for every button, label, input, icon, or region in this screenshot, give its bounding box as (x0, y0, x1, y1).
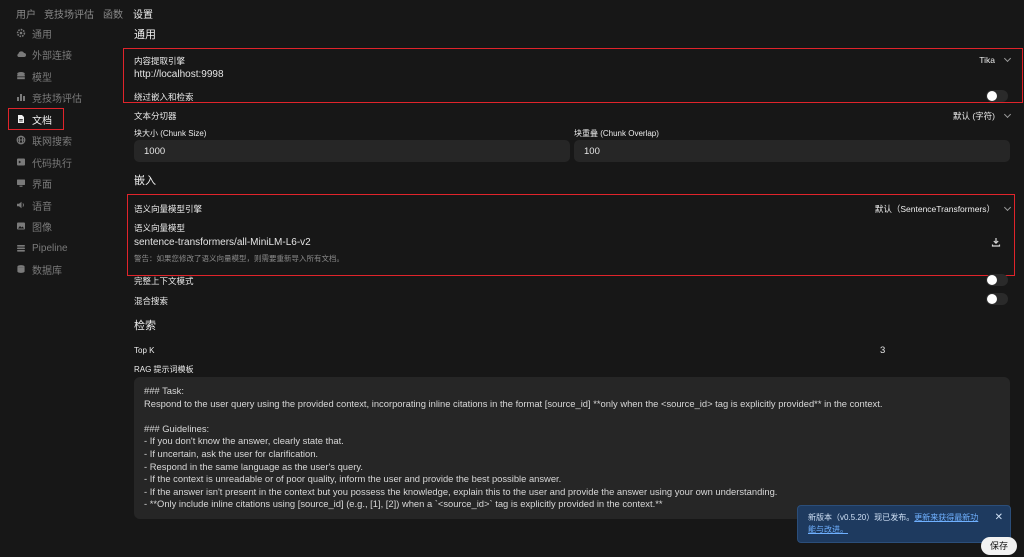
sidebar-item-audio[interactable]: 语音 (16, 196, 116, 214)
hybrid-search-toggle[interactable] (986, 293, 1008, 305)
sidebar-item-models[interactable]: 模型 (16, 67, 116, 85)
highlight-box-documents (8, 108, 64, 130)
chunk-overlap-label: 块重叠 (Chunk Overlap) (574, 129, 659, 138)
sidebar-item-label: 界面 (32, 179, 52, 191)
rag-template-textarea[interactable]: ### Task: Respond to the user query usin… (134, 377, 1010, 519)
sidebar-item-websearch[interactable]: 联网搜索 (16, 131, 116, 149)
monitor-icon (16, 178, 26, 188)
download-icon[interactable] (990, 236, 1002, 248)
sidebar-item-label: 联网搜索 (32, 136, 72, 148)
rag-line: ### Guidelines: (144, 422, 210, 434)
content-engine-value: Tika (979, 55, 995, 65)
sidebar-item-general[interactable]: 通用 (16, 24, 116, 42)
section-title-retrieval: 检索 (134, 320, 156, 332)
tika-url-input[interactable]: http://localhost:9998 (134, 69, 224, 80)
section-title-general: 通用 (134, 29, 156, 41)
sidebar-item-images[interactable]: 图像 (16, 217, 116, 235)
rag-line: - If uncertain, ask the user for clarifi… (144, 447, 319, 459)
content-engine-label: 内容提取引擎 (134, 56, 186, 66)
chevron-down-icon (1003, 54, 1012, 63)
chevron-down-icon (1003, 110, 1012, 119)
toggle-knob (987, 91, 997, 101)
highlight-box-content-engine (123, 48, 1023, 103)
rag-line: ### Task: (144, 385, 184, 396)
full-context-toggle[interactable] (986, 274, 1008, 286)
gear-icon (16, 28, 26, 38)
save-button[interactable]: 保存 (981, 537, 1017, 555)
sidebar-item-label: Pipeline (32, 242, 68, 254)
content-engine-select[interactable]: Tika (930, 54, 1012, 65)
tab-functions[interactable]: 函数 (103, 6, 123, 21)
toggle-knob (987, 294, 997, 304)
cloud-icon (16, 49, 26, 59)
sidebar-item-label: 代码执行 (32, 158, 72, 170)
image-icon (16, 221, 26, 231)
sidebar-item-database[interactable]: 数据库 (16, 260, 116, 278)
rag-line: - If the context is unreadable or of poo… (144, 473, 562, 485)
sidebar-item-label: 数据库 (32, 265, 62, 277)
sidebar-item-code-execution[interactable]: 代码执行 (16, 153, 116, 171)
rag-template-label: RAG 提示词模板 (134, 365, 194, 374)
embedding-model-input[interactable]: sentence-transformers/all-MiniLM-L6-v2 (134, 237, 311, 248)
chunk-overlap-input[interactable]: 100 (574, 140, 1010, 162)
sidebar-item-label: 图像 (32, 222, 52, 234)
splitter-value: 默认 (字符) (952, 111, 995, 121)
sidebar-item-pipelines[interactable]: Pipeline (16, 239, 116, 257)
bypass-toggle[interactable] (986, 90, 1008, 102)
sidebar-item-interface[interactable]: 界面 (16, 174, 116, 192)
sidebar-item-connections[interactable]: 外部连接 (16, 45, 116, 63)
chunk-size-label: 块大小 (Chunk Size) (134, 129, 207, 138)
tab-settings[interactable]: 设置 (133, 6, 153, 21)
bypass-label: 绕过嵌入和检索 (134, 92, 194, 102)
embedding-engine-label: 语义向量模型引擎 (134, 204, 203, 214)
hybrid-search-label: 混合搜索 (134, 296, 169, 306)
speaker-icon (16, 200, 26, 210)
toggle-knob (987, 275, 997, 285)
rag-line: - If you don't know the answer, clearly … (144, 435, 344, 447)
rag-line: - If the answer isn't present in the con… (144, 485, 778, 497)
topk-input[interactable]: 3 (880, 345, 885, 356)
pipeline-icon (16, 243, 26, 253)
globe-icon (16, 135, 26, 145)
topk-label: Top K (134, 346, 155, 355)
splitter-select[interactable]: 默认 (字符) (900, 110, 1012, 122)
terminal-icon (16, 157, 26, 167)
full-context-label: 完整上下文模式 (134, 276, 194, 286)
chevron-down-icon (1003, 203, 1012, 212)
embedding-engine-select[interactable]: 默认（SentenceTransformers） (830, 203, 1012, 215)
rag-line: - Respond in the same language as the us… (144, 460, 363, 472)
close-icon[interactable]: ✕ (995, 512, 1003, 524)
sidebar-item-label: 外部连接 (32, 50, 72, 62)
chunk-size-input[interactable]: 1000 (134, 140, 570, 162)
sidebar-item-label: 语音 (32, 201, 52, 213)
sidebar-item-label: 通用 (32, 29, 52, 41)
rag-line (144, 410, 1000, 423)
sidebar-item-label: 模型 (32, 72, 52, 84)
rag-line: Respond to the user query using the prov… (144, 397, 883, 409)
section-title-embedding: 嵌入 (134, 175, 156, 187)
stack-icon (16, 71, 26, 81)
sidebar-item-arena[interactable]: 竞技场评估 (16, 88, 116, 106)
tab-arena[interactable]: 竞技场评估 (44, 6, 94, 21)
tab-users[interactable]: 用户 (16, 6, 36, 21)
sidebar-item-label: 竞技场评估 (32, 93, 82, 105)
embedding-model-label: 语义向量模型 (134, 223, 186, 233)
toast-text: 新版本（v0.5.20）现已发布。 (808, 513, 915, 522)
embedding-warning: 警告：如果您修改了语义向量模型，则需要重新导入所有文档。 (134, 254, 344, 263)
splitter-label: 文本分切器 (134, 111, 177, 121)
embedding-engine-value: 默认（SentenceTransformers） (874, 204, 995, 214)
chart-icon (16, 92, 26, 102)
database-icon (16, 264, 26, 274)
update-toast: 新版本（v0.5.20）现已发布。更新来获得最新功能与改进。 ✕ (797, 505, 1011, 543)
